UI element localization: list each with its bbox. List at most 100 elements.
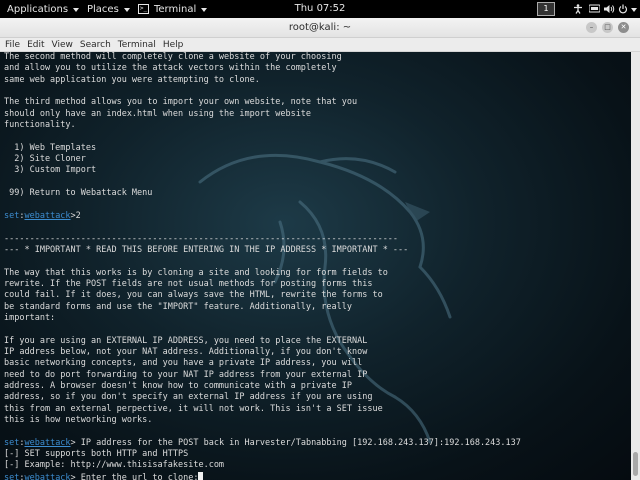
terminal-line: If you are using an EXTERNAL IP ADDRESS,… [4, 336, 521, 347]
prompt-set: set [4, 210, 20, 221]
terminal-prompt-line: set:webattack> IP address for the POST b… [4, 438, 521, 449]
terminal-icon: >_ [138, 4, 149, 14]
chevron-down-icon [73, 7, 80, 12]
line-text: 1) Web Templates [4, 142, 97, 153]
line-text: --- * IMPORTANT * READ THIS BEFORE ENTER… [4, 244, 409, 255]
terminal-line: functionality. [4, 120, 521, 131]
terminal-line: IP address below, not your NAT address. … [4, 347, 521, 358]
line-text: The way that this works is by cloning a … [4, 267, 388, 278]
prompt-set: set [4, 472, 20, 480]
menu-file[interactable]: File [5, 40, 20, 50]
terminal-line: [-] Example: http://www.thisisafakesite.… [4, 460, 521, 471]
top-panel: Applications Places >_ Terminal Thu 07:5… [0, 0, 640, 18]
scrollbar-thumb[interactable] [633, 452, 638, 476]
menu-terminal[interactable]: Terminal [118, 40, 156, 50]
line-text: could fail. If it does, you can always s… [4, 290, 383, 301]
terminal-line: need to do port forwarding to your NAT I… [4, 370, 521, 381]
line-text: ----------------------------------------… [4, 233, 399, 244]
menu-view[interactable]: View [52, 40, 73, 50]
terminal-scrollbar[interactable] [631, 52, 640, 480]
applications-label: Applications [7, 3, 69, 15]
accessibility-icon[interactable] [572, 0, 584, 18]
terminal-line: could fail. If it does, you can always s… [4, 290, 521, 301]
network-icon[interactable] [588, 0, 600, 18]
system-menu-arrow-icon[interactable] [629, 0, 638, 18]
clock[interactable]: Thu 07:52 [295, 3, 346, 14]
menu-search[interactable]: Search [80, 40, 111, 50]
workspace-indicator[interactable]: 1 [537, 2, 555, 16]
line-text: this from an external perpective, it wil… [4, 403, 383, 414]
line-text: basic networking concepts, and you have … [4, 358, 363, 369]
terminal-line: ----------------------------------------… [4, 234, 521, 245]
terminal-output: The second method will completely clone … [4, 52, 521, 480]
terminal-area[interactable]: The second method will completely clone … [0, 52, 631, 480]
terminal-line: be standard forms and use the "IMPORT" f… [4, 302, 521, 313]
prompt-context: webattack [24, 210, 71, 221]
prompt-context: webattack [24, 437, 71, 448]
text-cursor [198, 471, 204, 480]
line-text: be standard forms and use the "IMPORT" f… [4, 301, 352, 312]
line-text: rewrite. If the POST fields are not usua… [4, 278, 373, 289]
terminal-app-menu[interactable]: >_ Terminal [138, 0, 208, 18]
terminal-line: 3) Custom Import [4, 165, 521, 176]
minimize-button[interactable]: – [586, 22, 597, 33]
chevron-down-icon [123, 7, 130, 12]
line-text: IP address below, not your NAT address. … [4, 346, 368, 357]
line-text: address, so if you don't specify an exte… [4, 392, 373, 403]
places-menu[interactable]: Places [87, 0, 130, 18]
volume-icon[interactable] [603, 0, 615, 18]
line-text: should only have an index.html when usin… [4, 108, 312, 119]
maximize-button[interactable]: □ [602, 22, 613, 33]
menu-edit[interactable]: Edit [27, 40, 44, 50]
line-text: this is how networking works. [4, 415, 153, 425]
line-text: address. A browser doesn't know how to c… [4, 380, 352, 391]
line-text: If you are using an EXTERNAL IP ADDRESS,… [4, 335, 368, 346]
line-text: functionality. [4, 120, 76, 131]
applications-menu[interactable]: Applications [7, 0, 80, 18]
terminal-line: basic networking concepts, and you have … [4, 358, 521, 369]
terminal-line: same web application you were attempting… [4, 75, 521, 86]
prompt-set: set [4, 437, 20, 448]
menu-help[interactable]: Help [163, 40, 184, 50]
line-text: 99) Return to Webattack Menu [4, 188, 153, 199]
line-text: same web application you were attempting… [4, 74, 260, 85]
line-text: [-] SET supports both HTTP and HTTPS [4, 449, 189, 460]
terminal-line: this from an external perpective, it wil… [4, 404, 521, 415]
line-text: The second method will completely clone … [4, 52, 342, 62]
places-label: Places [87, 3, 119, 15]
line-text: and allow you to utilize the attack vect… [4, 63, 337, 74]
terminal-line: The second method will completely clone … [4, 52, 521, 63]
power-icon[interactable] [617, 0, 628, 18]
line-text: [-] Example: http://www.thisisafakesite.… [4, 460, 225, 471]
terminal-app-label: Terminal [154, 3, 197, 15]
line-text: 3) Custom Import [4, 165, 97, 176]
line-text: >2 [70, 210, 81, 221]
terminal-line: address, so if you don't specify an exte… [4, 392, 521, 403]
terminal-prompt-line: set:webattack>2 [4, 211, 521, 222]
terminal-line: --- * IMPORTANT * READ THIS BEFORE ENTER… [4, 245, 521, 256]
terminal-line: 99) Return to Webattack Menu [4, 188, 521, 199]
terminal-line: 1) Web Templates [4, 143, 521, 154]
window-title: root@kali: ~ [288, 22, 352, 33]
terminal-line: 2) Site Cloner [4, 154, 521, 165]
line-text: > IP address for the POST back in Harves… [70, 437, 521, 448]
line-text: The third method allows you to import yo… [4, 97, 358, 108]
terminal-line: The way that this works is by cloning a … [4, 268, 521, 279]
prompt-context: webattack [24, 472, 71, 480]
close-button[interactable]: ✕ [618, 22, 629, 33]
terminal-line: this is how networking works. [4, 415, 521, 426]
terminal-line: The third method allows you to import yo… [4, 97, 521, 108]
terminal-prompt-line: set:webattack> Enter the url to clone: [4, 471, 521, 480]
terminal-line: rewrite. If the POST fields are not usua… [4, 279, 521, 290]
terminal-line: address. A browser doesn't know how to c… [4, 381, 521, 392]
terminal-line: important: [4, 313, 521, 324]
window-titlebar[interactable]: root@kali: ~ – □ ✕ [0, 18, 640, 38]
